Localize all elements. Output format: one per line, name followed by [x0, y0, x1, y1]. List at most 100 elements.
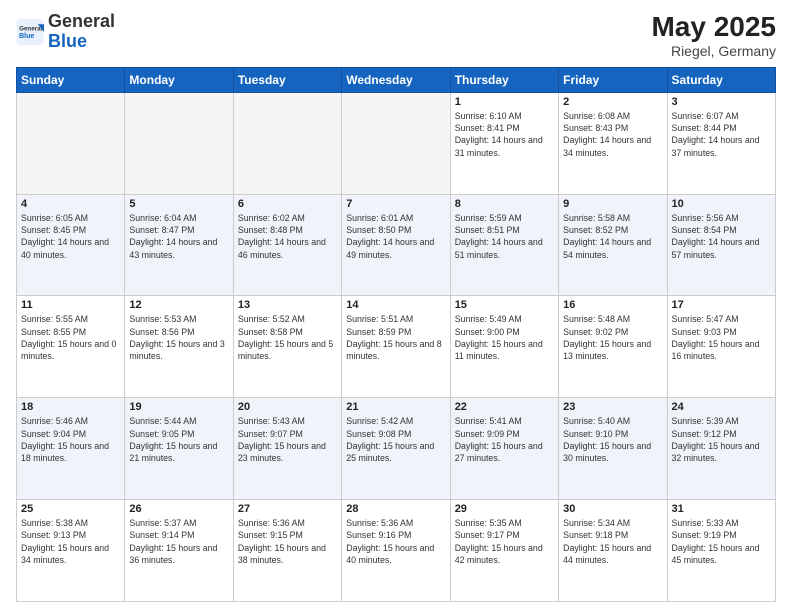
calendar-cell: 25 Sunrise: 5:38 AMSunset: 9:13 PMDayligh…	[17, 500, 125, 602]
title-block: May 2025 Riegel, Germany	[651, 12, 776, 59]
day-number: 4	[21, 198, 120, 210]
calendar-cell: 11 Sunrise: 5:55 AMSunset: 8:55 PMDayligh…	[17, 296, 125, 398]
day-info: Sunrise: 5:58 AMSunset: 8:52 PMDaylight:…	[563, 212, 662, 261]
calendar-cell: 2 Sunrise: 6:08 AMSunset: 8:43 PMDaylight…	[559, 92, 667, 194]
day-number: 29	[455, 503, 554, 515]
calendar-cell: 3Sunrise: 6:07 AMSunset: 8:44 PMDaylight…	[667, 92, 775, 194]
day-number: 5	[129, 198, 228, 210]
header-tuesday: Tuesday	[233, 67, 341, 92]
day-info: Sunrise: 5:38 AMSunset: 9:13 PMDaylight:…	[21, 517, 120, 566]
day-number: 31	[672, 503, 771, 515]
day-number: 21	[346, 401, 445, 413]
day-number: 16	[563, 299, 662, 311]
calendar-cell: 22 Sunrise: 5:41 AMSunset: 9:09 PMDayligh…	[450, 398, 558, 500]
header-monday: Monday	[125, 67, 233, 92]
calendar-cell: 8 Sunrise: 5:59 AMSunset: 8:51 PMDaylight…	[450, 194, 558, 296]
week-row-4: 18 Sunrise: 5:46 AMSunset: 9:04 PMDayligh…	[17, 398, 776, 500]
calendar-cell: 20 Sunrise: 5:43 AMSunset: 9:07 PMDayligh…	[233, 398, 341, 500]
day-info: Sunrise: 5:48 AMSunset: 9:02 PMDaylight:…	[563, 313, 662, 362]
day-number: 2	[563, 96, 662, 108]
day-info: Sunrise: 5:55 AMSunset: 8:55 PMDaylight:…	[21, 313, 120, 362]
day-info: Sunrise: 5:53 AMSunset: 8:56 PMDaylight:…	[129, 313, 228, 362]
calendar-cell	[342, 92, 450, 194]
header-friday: Friday	[559, 67, 667, 92]
day-number: 14	[346, 299, 445, 311]
day-info: Sunrise: 6:04 AMSunset: 8:47 PMDaylight:…	[129, 212, 228, 261]
day-info: Sunrise: 5:34 AMSunset: 9:18 PMDaylight:…	[563, 517, 662, 566]
day-info: Sunrise: 6:08 AMSunset: 8:43 PMDaylight:…	[563, 110, 662, 159]
day-number: 3	[672, 96, 771, 108]
calendar-cell: 13 Sunrise: 5:52 AMSunset: 8:58 PMDayligh…	[233, 296, 341, 398]
day-info: Sunrise: 5:46 AMSunset: 9:04 PMDaylight:…	[21, 415, 120, 464]
day-number: 27	[238, 503, 337, 515]
week-row-3: 11 Sunrise: 5:55 AMSunset: 8:55 PMDayligh…	[17, 296, 776, 398]
day-info: Sunrise: 6:01 AMSunset: 8:50 PMDaylight:…	[346, 212, 445, 261]
day-info: Sunrise: 5:37 AMSunset: 9:14 PMDaylight:…	[129, 517, 228, 566]
day-info: Sunrise: 5:36 AMSunset: 9:16 PMDaylight:…	[346, 517, 445, 566]
svg-text:General: General	[19, 25, 42, 32]
day-number: 28	[346, 503, 445, 515]
header-thursday: Thursday	[450, 67, 558, 92]
day-info: Sunrise: 5:40 AMSunset: 9:10 PMDaylight:…	[563, 415, 662, 464]
day-number: 10	[672, 198, 771, 210]
calendar-cell	[17, 92, 125, 194]
day-info: Sunrise: 5:52 AMSunset: 8:58 PMDaylight:…	[238, 313, 337, 362]
calendar-cell: 30 Sunrise: 5:34 AMSunset: 9:18 PMDayligh…	[559, 500, 667, 602]
calendar-cell: 12 Sunrise: 5:53 AMSunset: 8:56 PMDayligh…	[125, 296, 233, 398]
day-number: 22	[455, 401, 554, 413]
calendar-cell: 24 Sunrise: 5:39 AMSunset: 9:12 PMDayligh…	[667, 398, 775, 500]
day-number: 12	[129, 299, 228, 311]
day-info: Sunrise: 5:39 AMSunset: 9:12 PMDaylight:…	[672, 415, 771, 464]
day-number: 30	[563, 503, 662, 515]
calendar-cell: 27Sunrise: 5:36 AMSunset: 9:15 PMDayligh…	[233, 500, 341, 602]
calendar-cell: 7 Sunrise: 6:01 AMSunset: 8:50 PMDaylight…	[342, 194, 450, 296]
calendar-cell: 23Sunrise: 5:40 AMSunset: 9:10 PMDayligh…	[559, 398, 667, 500]
day-number: 20	[238, 401, 337, 413]
calendar-cell: 5 Sunrise: 6:04 AMSunset: 8:47 PMDaylight…	[125, 194, 233, 296]
calendar-cell: 29Sunrise: 5:35 AMSunset: 9:17 PMDayligh…	[450, 500, 558, 602]
day-info: Sunrise: 6:02 AMSunset: 8:48 PMDaylight:…	[238, 212, 337, 261]
day-number: 7	[346, 198, 445, 210]
general-blue-icon: General Blue	[16, 18, 44, 46]
day-info: Sunrise: 5:43 AMSunset: 9:07 PMDaylight:…	[238, 415, 337, 464]
week-row-1: 1 Sunrise: 6:10 AMSunset: 8:41 PMDaylight…	[17, 92, 776, 194]
day-info: Sunrise: 5:41 AMSunset: 9:09 PMDaylight:…	[455, 415, 554, 464]
day-number: 9	[563, 198, 662, 210]
day-number: 1	[455, 96, 554, 108]
calendar-cell: 31 Sunrise: 5:33 AMSunset: 9:19 PMDayligh…	[667, 500, 775, 602]
day-number: 18	[21, 401, 120, 413]
day-number: 13	[238, 299, 337, 311]
day-number: 24	[672, 401, 771, 413]
calendar-cell	[233, 92, 341, 194]
day-number: 26	[129, 503, 228, 515]
weekday-header-row: Sunday Monday Tuesday Wednesday Thursday…	[17, 67, 776, 92]
day-number: 25	[21, 503, 120, 515]
calendar: Sunday Monday Tuesday Wednesday Thursday…	[16, 67, 776, 602]
calendar-cell: 4 Sunrise: 6:05 AMSunset: 8:45 PMDaylight…	[17, 194, 125, 296]
calendar-cell	[125, 92, 233, 194]
calendar-cell: 26 Sunrise: 5:37 AMSunset: 9:14 PMDayligh…	[125, 500, 233, 602]
calendar-cell: 21Sunrise: 5:42 AMSunset: 9:08 PMDayligh…	[342, 398, 450, 500]
logo: General Blue General Blue	[16, 12, 115, 52]
calendar-cell: 15Sunrise: 5:49 AMSunset: 9:00 PMDayligh…	[450, 296, 558, 398]
calendar-cell: 19 Sunrise: 5:44 AMSunset: 9:05 PMDayligh…	[125, 398, 233, 500]
month-year: May 2025	[651, 12, 776, 43]
day-info: Sunrise: 6:10 AMSunset: 8:41 PMDaylight:…	[455, 110, 554, 159]
day-number: 19	[129, 401, 228, 413]
calendar-cell: 6 Sunrise: 6:02 AMSunset: 8:48 PMDaylight…	[233, 194, 341, 296]
day-info: Sunrise: 5:51 AMSunset: 8:59 PMDaylight:…	[346, 313, 445, 362]
day-number: 11	[21, 299, 120, 311]
day-info: Sunrise: 5:44 AMSunset: 9:05 PMDaylight:…	[129, 415, 228, 464]
day-number: 8	[455, 198, 554, 210]
calendar-cell: 28 Sunrise: 5:36 AMSunset: 9:16 PMDayligh…	[342, 500, 450, 602]
day-info: Sunrise: 6:05 AMSunset: 8:45 PMDaylight:…	[21, 212, 120, 261]
day-info: Sunrise: 5:33 AMSunset: 9:19 PMDaylight:…	[672, 517, 771, 566]
week-row-2: 4 Sunrise: 6:05 AMSunset: 8:45 PMDaylight…	[17, 194, 776, 296]
day-info: Sunrise: 5:49 AMSunset: 9:00 PMDaylight:…	[455, 313, 554, 362]
day-number: 6	[238, 198, 337, 210]
day-info: Sunrise: 5:47 AMSunset: 9:03 PMDaylight:…	[672, 313, 771, 362]
header: General Blue General Blue May 2025 Riege…	[16, 12, 776, 59]
calendar-cell: 9 Sunrise: 5:58 AMSunset: 8:52 PMDaylight…	[559, 194, 667, 296]
day-info: Sunrise: 5:59 AMSunset: 8:51 PMDaylight:…	[455, 212, 554, 261]
logo-blue-text: Blue	[48, 31, 87, 51]
